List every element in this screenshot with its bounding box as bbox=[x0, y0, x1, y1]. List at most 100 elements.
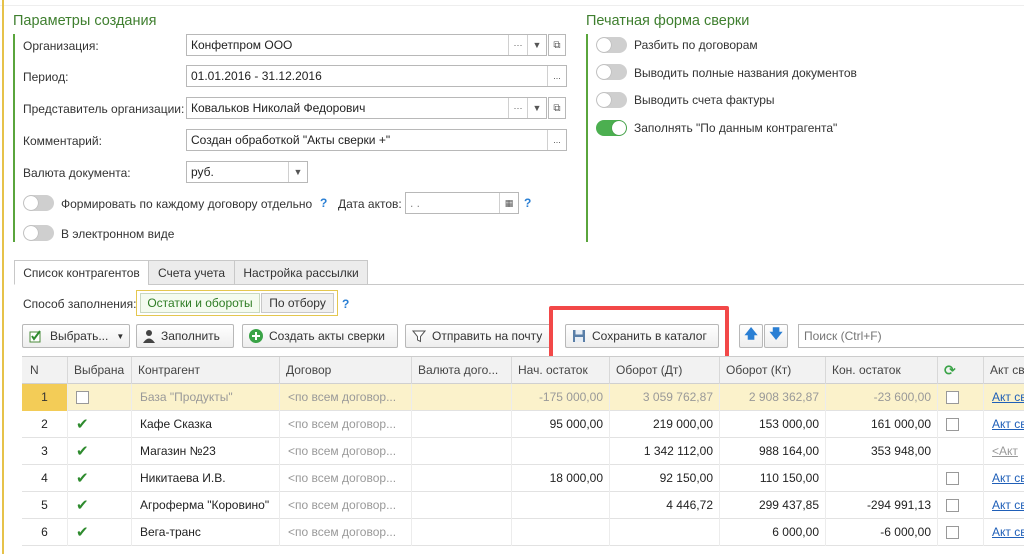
checkbox[interactable] bbox=[946, 472, 959, 486]
currency-value: руб. bbox=[191, 165, 214, 179]
checkbox[interactable] bbox=[946, 526, 959, 540]
org-dots-icon[interactable]: ··· bbox=[508, 35, 527, 55]
checkbox-checked-icon[interactable]: ✔ bbox=[76, 524, 89, 541]
move-up-button[interactable]: 🡅 bbox=[739, 324, 763, 348]
cell-n: 4 bbox=[22, 465, 68, 492]
cell-kt: 2 908 362,87 bbox=[720, 384, 826, 411]
open-icon[interactable]: ⧉ bbox=[548, 34, 566, 56]
rep-field[interactable]: Ковальков Николай Федорович ··· ▼ bbox=[186, 97, 547, 119]
period-select-icon[interactable]: ... bbox=[547, 66, 566, 86]
comment-select-icon[interactable]: ... bbox=[547, 130, 566, 150]
act-date-field[interactable]: . . ▦ bbox=[405, 192, 519, 214]
chevron-down-icon[interactable]: ▼ bbox=[288, 162, 307, 182]
cell-start bbox=[512, 519, 610, 546]
cell-act: Акт св bbox=[984, 384, 1024, 411]
cell-end bbox=[826, 465, 938, 492]
period-field[interactable]: 01.01.2016 - 31.12.2016 ... bbox=[186, 65, 567, 87]
counterparties-table[interactable]: N Выбрана Контрагент Договор Валюта дого… bbox=[22, 356, 1024, 554]
print-side-line bbox=[586, 34, 588, 242]
rep-dots-icon[interactable]: ··· bbox=[508, 98, 527, 118]
open-icon[interactable]: ⧉ bbox=[548, 97, 566, 119]
act-link[interactable]: Акт св bbox=[992, 471, 1024, 485]
col-end[interactable]: Кон. остаток bbox=[826, 357, 938, 384]
arrow-down-icon: 🡇 bbox=[769, 326, 783, 341]
table-row[interactable]: 6 ✔ Вега-транс <по всем договор... 6 000,00-… bbox=[22, 519, 1024, 546]
act-link[interactable]: <Акт bbox=[992, 444, 1018, 458]
col-n[interactable]: N bbox=[22, 357, 68, 384]
checkbox[interactable] bbox=[946, 418, 959, 432]
cell-n: 2 bbox=[22, 411, 68, 438]
tab-mailing[interactable]: Настройка рассылки bbox=[234, 260, 368, 285]
cell-start: -175 000,00 bbox=[512, 384, 610, 411]
col-act[interactable]: Акт св bbox=[984, 357, 1024, 384]
help-icon[interactable]: ? bbox=[320, 196, 327, 210]
help-icon[interactable]: ? bbox=[342, 297, 349, 311]
fill-opt-a[interactable]: Остатки и обороты bbox=[140, 293, 260, 313]
per-contract-label: Формировать по каждому договору отдельно bbox=[61, 197, 313, 211]
opt2-toggle[interactable] bbox=[596, 64, 627, 80]
act-link[interactable]: Акт св bbox=[992, 525, 1024, 539]
opt1-label: Разбить по договорам bbox=[634, 38, 758, 52]
cell-dt: 92 150,00 bbox=[610, 465, 720, 492]
table-row[interactable]: 4 ✔ Никитаева И.В. <по всем договор... 18 00… bbox=[22, 465, 1024, 492]
opt3-label: Выводить счета фактуры bbox=[634, 93, 775, 107]
table-row[interactable]: 1 База "Продукты" <по всем договор... -175 … bbox=[22, 384, 1024, 411]
electronic-toggle[interactable] bbox=[23, 225, 54, 241]
col-selected[interactable]: Выбрана bbox=[68, 357, 132, 384]
chevron-down-icon: ▼ bbox=[116, 331, 125, 341]
comment-field[interactable]: Создан обработкой "Акты сверки +" ... bbox=[186, 129, 567, 151]
checkbox[interactable] bbox=[946, 499, 959, 513]
col-start[interactable]: Нач. остаток bbox=[512, 357, 610, 384]
opt2-label: Выводить полные названия документов bbox=[634, 66, 857, 80]
search-input[interactable] bbox=[798, 324, 1024, 348]
tab-counterparties[interactable]: Список контрагентов bbox=[14, 260, 149, 285]
checkbox[interactable] bbox=[76, 391, 89, 405]
cell-end: -6 000,00 bbox=[826, 519, 938, 546]
fill-button[interactable]: Заполнить bbox=[136, 324, 234, 348]
act-link[interactable]: Акт св bbox=[992, 498, 1024, 512]
opt4-toggle[interactable] bbox=[596, 120, 627, 136]
calendar-icon[interactable]: ▦ bbox=[499, 193, 518, 213]
col-currency[interactable]: Валюта дого... bbox=[412, 357, 512, 384]
table-row[interactable]: 5 ✔ Агроферма "Коровино" <по всем договор..… bbox=[22, 492, 1024, 519]
col-contract[interactable]: Договор bbox=[280, 357, 412, 384]
col-debit[interactable]: Оборот (Дт) bbox=[610, 357, 720, 384]
chevron-down-icon[interactable]: ▼ bbox=[527, 35, 546, 55]
col-credit[interactable]: Оборот (Кт) bbox=[720, 357, 826, 384]
select-button[interactable]: Выбрать... ▼ bbox=[22, 324, 130, 348]
org-field[interactable]: Конфетпром ООО ··· ▼ bbox=[186, 34, 547, 56]
checkbox-checked-icon[interactable]: ✔ bbox=[76, 497, 89, 514]
col-refresh[interactable]: ⟳ bbox=[938, 357, 984, 384]
checkbox[interactable] bbox=[946, 391, 959, 405]
checkbox-checked-icon[interactable]: ✔ bbox=[76, 470, 89, 487]
left-frame-line bbox=[2, 0, 4, 554]
act-link[interactable]: Акт св bbox=[992, 417, 1024, 431]
checkbox-checked-icon[interactable]: ✔ bbox=[76, 416, 89, 433]
cell-end: 161 000,00 bbox=[826, 411, 938, 438]
tab-accounts[interactable]: Счета учета bbox=[148, 260, 235, 285]
col-counterparty[interactable]: Контрагент bbox=[132, 357, 280, 384]
opt1-toggle[interactable] bbox=[596, 37, 627, 53]
currency-label: Валюта документа: bbox=[23, 166, 131, 180]
act-link[interactable]: Акт св bbox=[992, 390, 1024, 404]
send-mail-button[interactable]: Отправить на почту bbox=[405, 324, 551, 348]
table-row[interactable]: 3 ✔ Магазин №23 <по всем договор... 1 342 11… bbox=[22, 438, 1024, 465]
cell-contract: <по всем договор... bbox=[280, 465, 412, 492]
create-acts-label: Создать акты сверки bbox=[269, 329, 385, 343]
cell-act: Акт св bbox=[984, 519, 1024, 546]
help-icon[interactable]: ? bbox=[524, 196, 531, 210]
table-row[interactable]: 2 ✔ Кафе Сказка <по всем договор... 95 000,0… bbox=[22, 411, 1024, 438]
chevron-down-icon[interactable]: ▼ bbox=[527, 98, 546, 118]
currency-field[interactable]: руб. ▼ bbox=[186, 161, 308, 183]
fill-opt-b[interactable]: По отбору bbox=[261, 293, 334, 313]
opt3-toggle[interactable] bbox=[596, 92, 627, 108]
cell-dt: 3 059 762,87 bbox=[610, 384, 720, 411]
cell-cur bbox=[412, 519, 512, 546]
checkbox-checked-icon[interactable]: ✔ bbox=[76, 443, 89, 460]
refresh-icon: ⟳ bbox=[944, 362, 956, 378]
move-down-button[interactable]: 🡇 bbox=[764, 324, 788, 348]
cell-n: 1 bbox=[22, 384, 68, 411]
opt4-label: Заполнять "По данным контрагента" bbox=[634, 121, 838, 135]
per-contract-toggle[interactable] bbox=[23, 195, 54, 211]
create-acts-button[interactable]: Создать акты сверки bbox=[242, 324, 398, 348]
